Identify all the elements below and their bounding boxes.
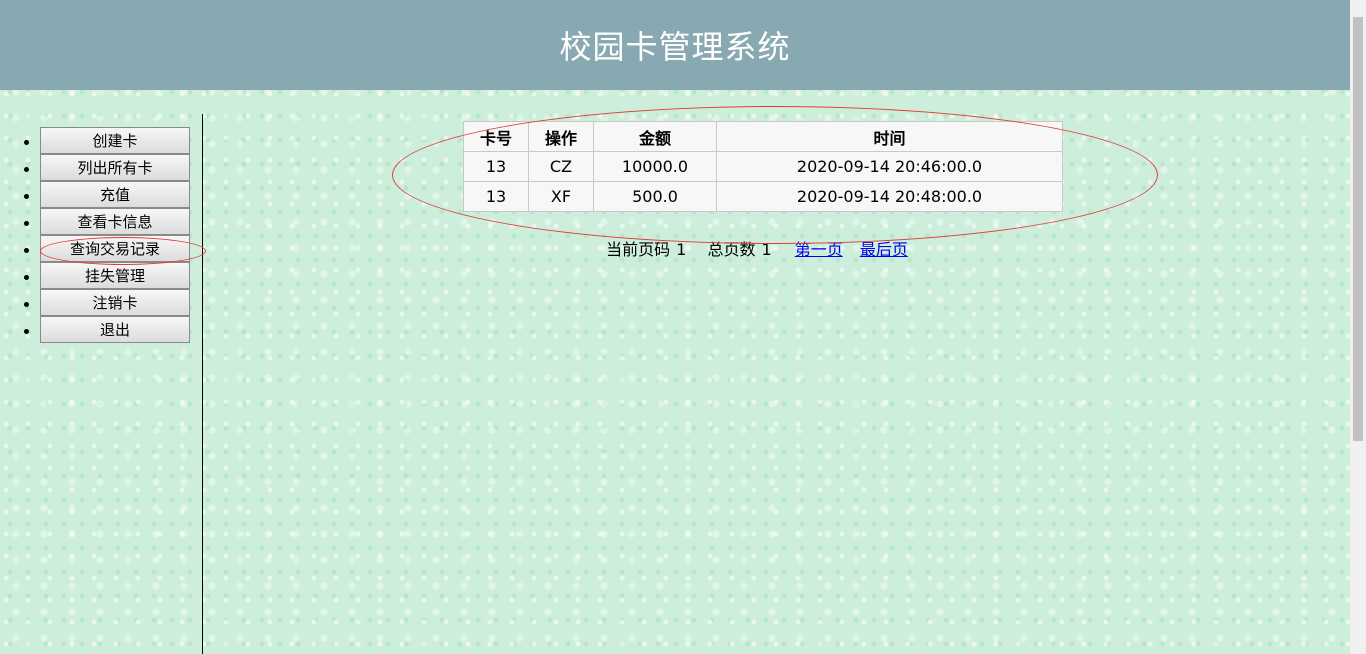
query-transactions-button[interactable]: 查询交易记录: [40, 235, 190, 262]
cell-card-no: 13: [463, 151, 529, 182]
create-card-button[interactable]: 创建卡: [40, 127, 190, 154]
current-page-label: 当前页码: [606, 240, 671, 259]
column-header-amount: 金额: [593, 121, 717, 152]
cell-time: 2020-09-14 20:46:00.0: [716, 151, 1063, 182]
current-page-value: 1: [676, 240, 687, 259]
cell-operation: CZ: [528, 151, 594, 182]
cell-time: 2020-09-14 20:48:00.0: [716, 181, 1063, 212]
exit-button[interactable]: 退出: [40, 316, 190, 343]
column-header-operation: 操作: [528, 121, 594, 152]
bullet-icon: [24, 221, 29, 226]
page-title: 校园卡管理系统: [559, 28, 791, 66]
sidebar-item-list-cards: 列出所有卡: [24, 154, 190, 181]
bullet-icon: [24, 140, 29, 145]
cell-card-no: 13: [463, 181, 529, 212]
pagination: 当前页码 1 总页数 1 第一页 最后页: [203, 236, 1311, 260]
column-header-card-no: 卡号: [463, 121, 529, 152]
main-content: 卡号 操作 金额 时间 13 CZ 10000.0 2020-09-14 20:…: [203, 90, 1350, 654]
bullet-icon: [24, 248, 29, 253]
bullet-icon: [24, 275, 29, 280]
column-header-time: 时间: [716, 121, 1063, 152]
cell-operation: XF: [528, 181, 594, 212]
cancel-card-button[interactable]: 注销卡: [40, 289, 190, 316]
transaction-table: 卡号 操作 金额 时间 13 CZ 10000.0 2020-09-14 20:…: [463, 121, 1063, 212]
sidebar-menu: 创建卡 列出所有卡 充值 查看卡信息 查询交易记录 挂失管理 注销卡 退出: [24, 127, 190, 343]
sidebar-item-cancel-card: 注销卡: [24, 289, 190, 316]
cell-amount: 10000.0: [593, 151, 717, 182]
sidebar-item-exit: 退出: [24, 316, 190, 343]
cell-amount: 500.0: [593, 181, 717, 212]
list-all-cards-button[interactable]: 列出所有卡: [40, 154, 190, 181]
bullet-icon: [24, 167, 29, 172]
bullet-icon: [24, 302, 29, 307]
loss-management-button[interactable]: 挂失管理: [40, 262, 190, 289]
sidebar-item-card-info: 查看卡信息: [24, 208, 190, 235]
table-row: 13 XF 500.0 2020-09-14 20:48:00.0: [463, 181, 1063, 212]
total-pages-value: 1: [761, 240, 772, 259]
total-pages-label: 总页数: [707, 240, 756, 259]
scrollbar-thumb[interactable]: [1353, 17, 1363, 441]
sidebar-item-recharge: 充值: [24, 181, 190, 208]
last-page-link[interactable]: 最后页: [860, 240, 908, 259]
sidebar-item-create-card: 创建卡: [24, 127, 190, 154]
sidebar: 创建卡 列出所有卡 充值 查看卡信息 查询交易记录 挂失管理 注销卡 退出: [0, 114, 203, 654]
sidebar-item-report-loss: 挂失管理: [24, 262, 190, 289]
first-page-link[interactable]: 第一页: [795, 240, 843, 259]
vertical-scrollbar[interactable]: [1350, 0, 1366, 654]
view-card-info-button[interactable]: 查看卡信息: [40, 208, 190, 235]
header-bar: 校园卡管理系统: [0, 0, 1350, 90]
bullet-icon: [24, 329, 29, 334]
table-row: 13 CZ 10000.0 2020-09-14 20:46:00.0: [463, 151, 1063, 182]
table-header-row: 卡号 操作 金额 时间: [463, 121, 1063, 152]
bullet-icon: [24, 194, 29, 199]
recharge-button[interactable]: 充值: [40, 181, 190, 208]
sidebar-item-transactions: 查询交易记录: [24, 235, 190, 262]
